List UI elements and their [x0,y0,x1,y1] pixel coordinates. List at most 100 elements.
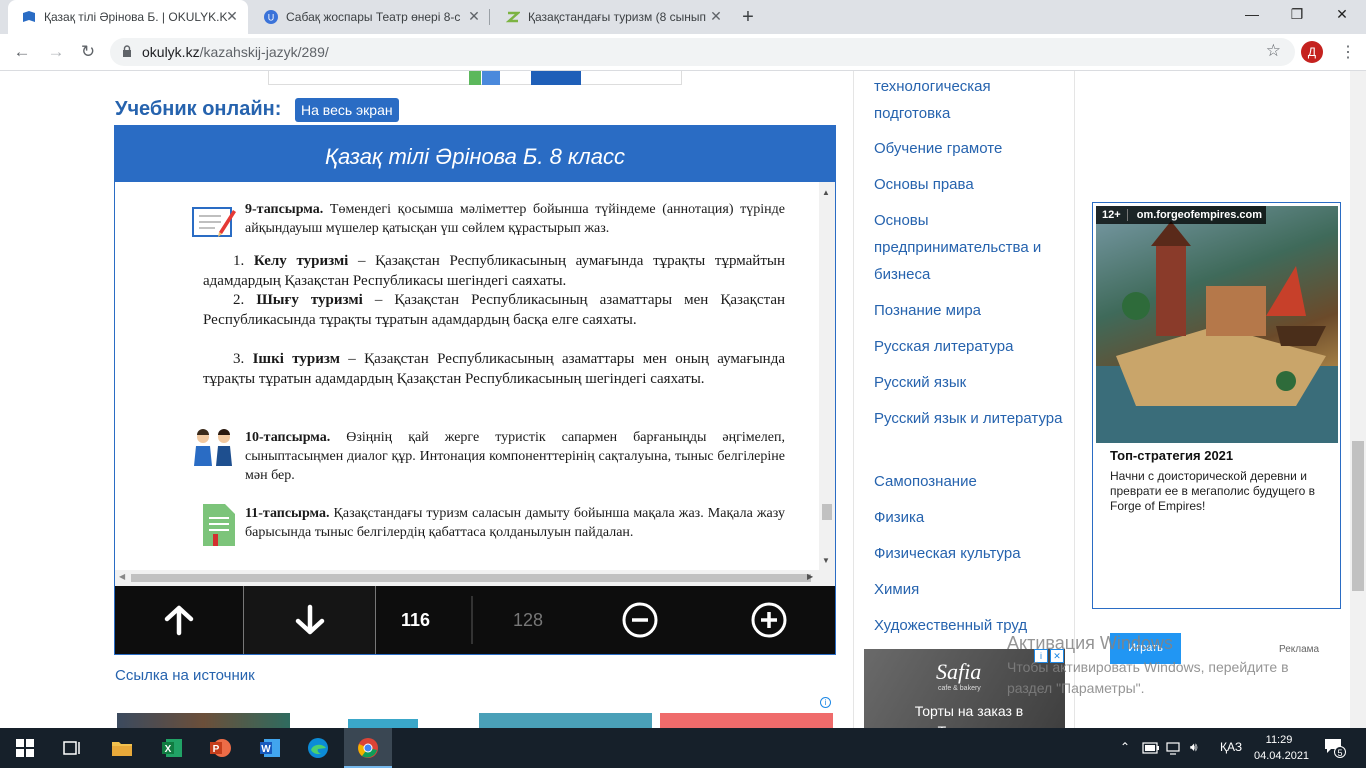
address-bar[interactable]: okulyk.kz/kazahskij-jazyk/289/ ☆ [110,38,1295,66]
book-viewer: Қазақ тілі Әрінова Б. 8 класс 9-тапсырма… [114,125,836,655]
sidebar-item[interactable]: Познание мира [874,297,1064,324]
related-thumbnail[interactable] [660,713,833,728]
sidebar-item[interactable]: Химия [874,576,1064,603]
site-z-icon [506,11,520,23]
lock-icon[interactable] [122,45,132,57]
battery-icon[interactable] [1142,742,1160,754]
sidebar-item[interactable]: Основы предпринимательства и бизнеса [874,207,1064,288]
new-tab-button[interactable]: + [738,6,758,29]
forward-icon[interactable]: → [46,42,66,62]
previous-page-button[interactable] [115,586,243,654]
book-page[interactable]: 9-тапсырма. Төмендегі қосымша мәліметтер… [115,182,819,570]
scroll-down-arrow[interactable]: ▼ [822,556,830,565]
sidebar-item[interactable]: Самопознание [874,468,1064,495]
sidebar-item[interactable]: Русская литература [874,333,1064,360]
tab-title: Сабақ жоспары Театр өнері 8-с [286,10,461,24]
list-item: 3. Ішкі туризм – Қазақстан Республикасын… [203,350,785,389]
page-scrollbar[interactable] [1350,71,1366,728]
tab-turizm[interactable]: Қазақстандағы туризм (8 сынып ✕ [492,0,732,34]
scroll-thumb[interactable] [822,504,832,520]
next-page-button[interactable] [243,586,376,654]
bookmark-star-icon[interactable]: ☆ [1266,41,1281,61]
notification-count: 5 [1334,746,1346,758]
windows-activation-text: Чтобы активировать Windows, перейдите в … [1007,659,1289,696]
close-icon[interactable]: ✕ [466,8,482,25]
list-item: 1. Келу туризмі – Қазақстан Республикасы… [203,252,785,291]
ad-domain-badge: 12+ om.forgeofempires.com [1096,206,1266,224]
back-icon[interactable]: ← [12,42,32,62]
more-menu-icon[interactable]: ⋮ [1340,42,1356,62]
tab-sabak[interactable]: U Сабақ жоспары Театр өнері 8-с ✕ [250,0,490,34]
task-11: 11-тапсырма. Қазақстандағы туризм саласы… [245,504,785,542]
related-thumbnail[interactable] [117,713,290,728]
powerpoint-icon[interactable]: P [208,736,232,760]
svg-text:X: X [165,744,172,755]
close-window-button[interactable]: ✕ [1332,6,1352,23]
current-page-number[interactable]: 116 [401,586,430,654]
fullscreen-button[interactable]: На весь экран [295,98,399,122]
safia-sub: cafe & bakery [938,685,981,692]
sidebar-item[interactable]: Русский язык [874,369,1064,396]
excel-icon[interactable]: X [160,736,184,760]
tab-strip: Қазақ тілі Әрінова Б. | OKULYK.K ✕ U Саб… [0,0,1366,34]
ad-domain: om.forgeofempires.com [1136,209,1263,221]
scroll-thumb[interactable] [1352,441,1364,591]
horizontal-scrollbar[interactable]: ◀ ▶ [115,570,835,586]
advertisement[interactable]: 12+ om.forgeofempires.com Топ-стратегия … [1092,202,1341,664]
file-explorer-icon[interactable] [110,736,134,760]
source-link[interactable]: Ссылка на источник [115,667,255,684]
scroll-thumb[interactable] [131,574,811,582]
zoom-in-button[interactable] [744,586,794,654]
profile-avatar[interactable]: Д [1301,41,1323,63]
windows-start-icon[interactable] [13,736,37,760]
close-icon[interactable]: ✕ [224,8,240,25]
minus-circle-icon [622,602,658,638]
close-icon[interactable]: ✕ [708,8,724,25]
document-icon [203,504,235,546]
svg-text:W: W [261,744,271,755]
sidebar-item[interactable]: Физика [874,504,1064,531]
tab-title: Қазақстандағы туризм (8 сынып [528,10,706,24]
chrome-taskbar-button[interactable] [344,728,392,768]
url-text[interactable]: okulyk.kz/kazahskij-jazyk/289/ [142,44,329,60]
zoom-out-button[interactable] [615,586,665,654]
edge-icon[interactable] [306,736,330,760]
notifications-icon[interactable]: 5 [1324,738,1346,758]
word-icon[interactable]: W [258,736,282,760]
sidebar-item[interactable]: Физическая культура [874,540,1064,567]
arrow-up-icon [164,605,194,636]
ad-info-icon[interactable]: i [820,697,831,708]
scroll-right-arrow[interactable]: ▶ [807,572,813,581]
tray-chevron-icon[interactable]: ⌃ [1120,740,1130,754]
url-domain: okulyk.kz [142,44,200,60]
language-indicator[interactable]: ҚАЗ [1220,740,1242,754]
vertical-scrollbar[interactable]: ▲ ▼ [819,182,835,570]
svg-text:U: U [268,13,275,23]
scroll-up-arrow[interactable]: ▲ [822,188,830,197]
sidebar-item[interactable]: Основы права [874,171,1064,198]
restore-button[interactable]: ❐ [1287,6,1307,23]
scroll-left-arrow[interactable]: ◀ [119,572,125,581]
network-icon[interactable] [1166,740,1182,756]
sidebar-item[interactable]: Русский язык и литература [874,405,1064,432]
item-term: Шығу туризмі [256,292,363,308]
chrome-icon [358,738,378,758]
task-9-label: 9-тапсырма. [245,202,324,217]
volume-icon[interactable]: 🔊︎ [1190,740,1198,755]
item-number: 2. [233,292,245,308]
clock[interactable]: 11:29 04.04.2021 [1254,732,1309,764]
tab-title: Қазақ тілі Әрінова Б. | OKULYK.K [44,10,228,24]
minimize-button[interactable]: — [1242,6,1262,22]
site-u-icon: U [264,10,278,24]
task-11-label: 11-тапсырма. [245,506,330,521]
sidebar-item[interactable]: технологическая подготовка [874,73,1064,127]
tab-okulyk[interactable]: Қазақ тілі Әрінова Б. | OKULYK.K ✕ [8,0,248,34]
sidebar-item[interactable]: Обучение грамоте [874,135,1064,162]
task-view-icon[interactable] [60,736,84,760]
related-thumbnail[interactable] [479,713,652,728]
url-path: /kazahskij-jazyk/289/ [199,44,329,60]
list-item: 2. Шығу туризмі – Қазақстан Республикасы… [203,291,785,330]
ad-image[interactable] [1096,206,1338,443]
reload-icon[interactable]: ↻ [78,42,98,62]
related-thumbnail[interactable] [298,713,468,728]
